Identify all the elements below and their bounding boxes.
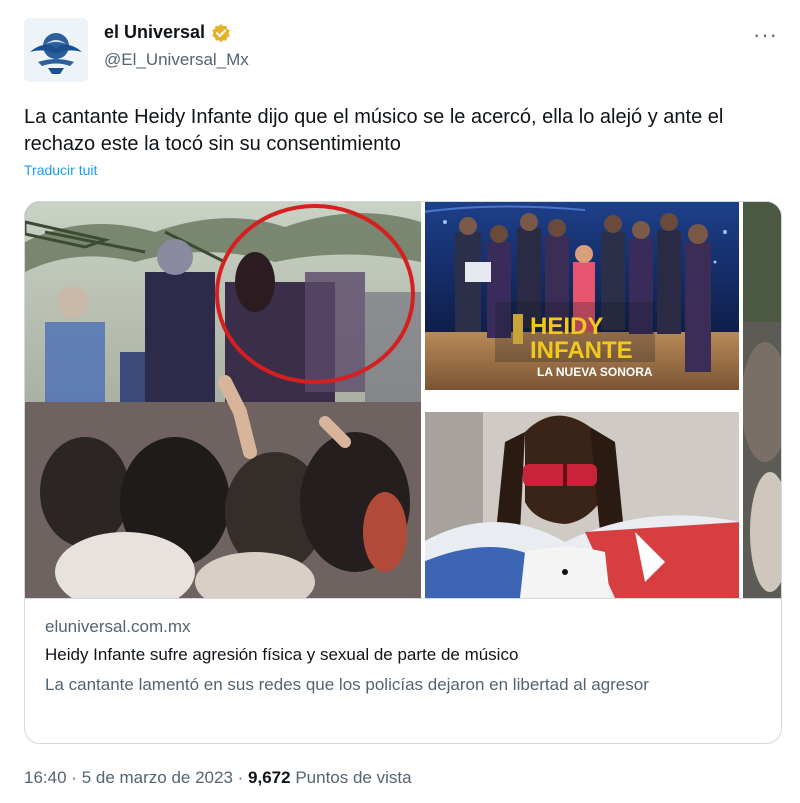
- tweet-date[interactable]: 5 de marzo de 2023: [82, 768, 233, 787]
- views-label[interactable]: Puntos de vista: [295, 768, 411, 787]
- poster-title-line1: HEIDY: [530, 313, 603, 340]
- link-card[interactable]: HEIDY INFANTE LA NUEVA SONORA eluniversa…: [24, 201, 782, 744]
- poster-title-line2: INFANTE: [530, 337, 633, 364]
- el-universal-logo-icon: [24, 18, 88, 82]
- card-info[interactable]: eluniversal.com.mx Heidy Infante sufre a…: [25, 598, 781, 743]
- card-image: HEIDY INFANTE LA NUEVA SONORA: [25, 202, 781, 598]
- tweet: el Universal @El_Universal_Mx ··· La can…: [0, 0, 800, 803]
- tweet-time[interactable]: 16:40: [24, 768, 67, 787]
- meta-separator: ·: [237, 768, 244, 787]
- account-handle[interactable]: @El_Universal_Mx: [104, 50, 249, 70]
- card-description: La cantante lamentó en sus redes que los…: [45, 675, 649, 694]
- account-name[interactable]: el Universal: [104, 22, 205, 43]
- card-collage-image: HEIDY INFANTE LA NUEVA SONORA: [25, 202, 781, 598]
- account-name-row: el Universal: [104, 22, 231, 43]
- verified-badge-icon[interactable]: [211, 23, 231, 43]
- tweet-meta: 16:40 · 5 de marzo de 2023 · 9,672 Punto…: [24, 768, 412, 788]
- views-count: 9,672: [248, 768, 291, 787]
- meta-separator: ·: [71, 768, 77, 787]
- card-domain: eluniversal.com.mx: [45, 617, 191, 636]
- more-options-icon[interactable]: ···: [753, 22, 778, 48]
- poster-subtitle: LA NUEVA SONORA: [537, 365, 653, 379]
- avatar[interactable]: [24, 18, 88, 82]
- card-title: Heidy Infante sufre agresión física y se…: [45, 645, 519, 664]
- tweet-text: La cantante Heidy Infante dijo que el mú…: [24, 106, 724, 155]
- translate-tweet-link[interactable]: Traducir tuit: [24, 162, 97, 178]
